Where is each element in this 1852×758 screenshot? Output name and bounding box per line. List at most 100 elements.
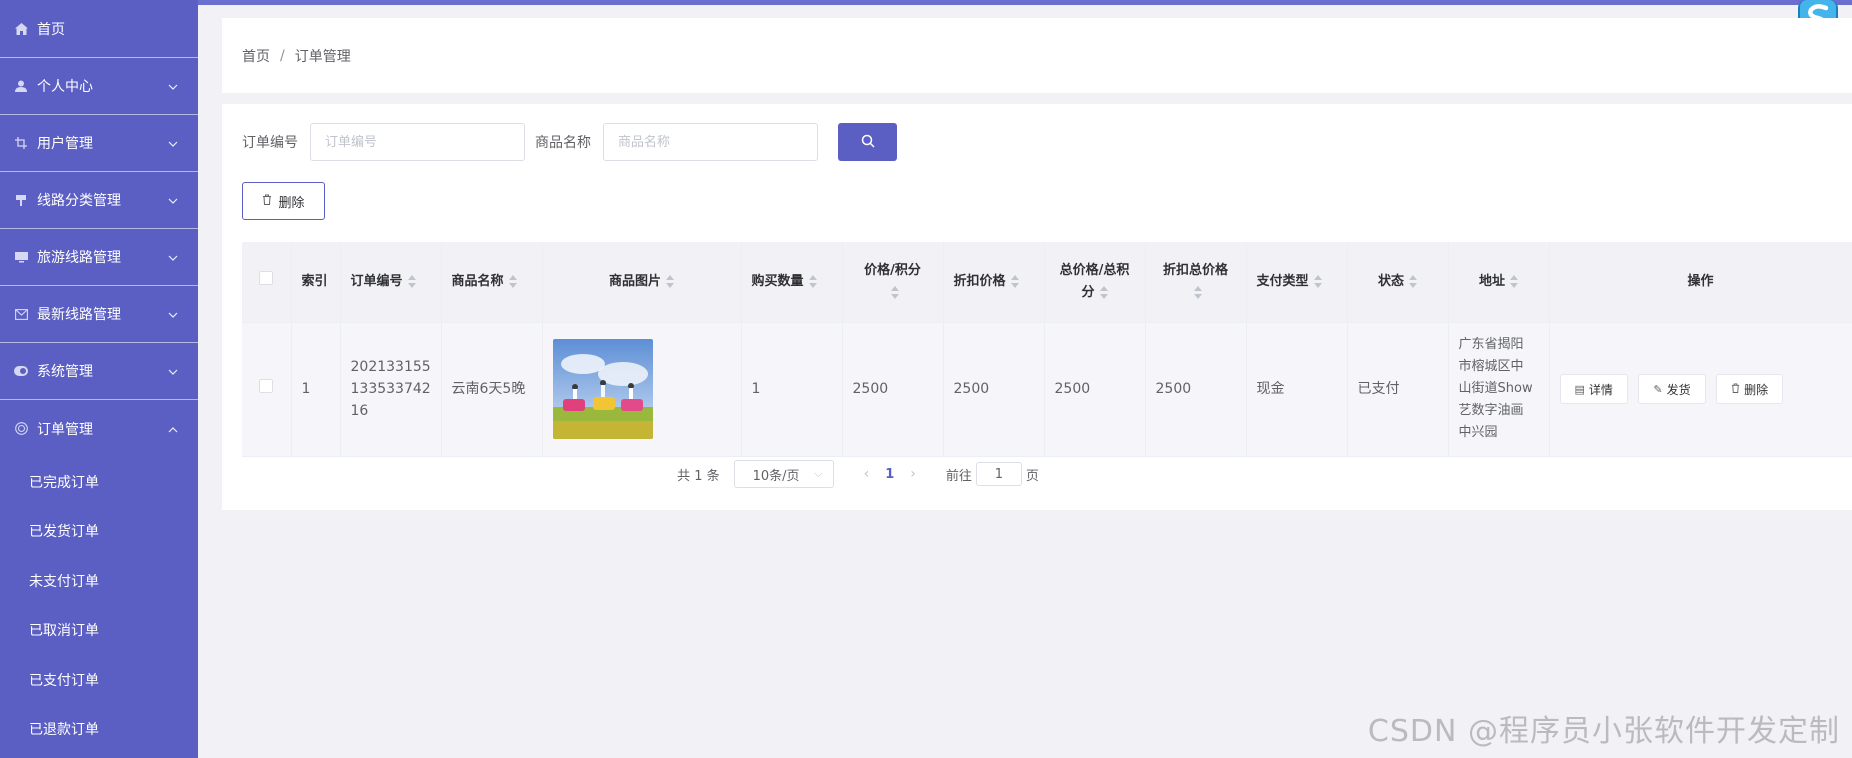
col-order-no[interactable]: 订单编号 [340,242,442,323]
sidebar-item-label: 用户管理 [37,136,93,152]
cell-total: 2500 [1044,322,1146,457]
row-checkbox[interactable] [259,379,274,393]
cell-price: 2500 [842,322,944,457]
cell-discount-total: 2500 [1145,322,1247,457]
sidebar-item-latest-routes[interactable]: 最新线路管理 [0,286,198,343]
breadcrumb-home[interactable]: 首页 [242,46,270,66]
sort-icon [1510,274,1518,288]
sidebar-item-system[interactable]: 系统管理 [0,343,198,400]
submenu-shipped-orders[interactable]: 已发货订单 [0,507,198,557]
pagination-total: 共 1 条 [677,468,720,484]
sidebar-item-label: 首页 [37,21,65,38]
sidebar-item-label: 线路分类管理 [37,193,121,209]
chevron-down-icon [168,192,178,208]
col-price[interactable]: 价格/积分 [842,242,944,323]
col-goods-image[interactable]: 商品图片 [542,242,742,323]
crop-icon [14,136,28,150]
table-row: 1 202133155 133533742 16 云南6天5晚 1 2500 2… [242,322,1852,457]
col-quantity[interactable]: 购买数量 [741,242,843,323]
cell-quantity: 1 [741,322,843,457]
detail-button[interactable]: ▤ 详情 [1559,374,1628,404]
trash-icon [262,194,272,208]
col-pay-type[interactable]: 支付类型 [1246,242,1348,323]
sort-icon [666,274,674,288]
goods-name-input[interactable] [603,123,818,161]
submenu-cancelled-orders[interactable]: 已取消订单 [0,606,198,656]
sidebar-item-label: 个人中心 [37,79,93,95]
goods-thumbnail[interactable] [552,339,653,439]
sidebar-item-label: 订单管理 [37,421,93,438]
submenu-paid-orders[interactable]: 已支付订单 [0,655,198,705]
ship-button[interactable]: ✎ 发货 [1638,374,1706,404]
sidebar-item-home[interactable]: 首页 [0,0,198,58]
sort-icon [1409,274,1417,288]
chevron-up-icon [168,421,178,437]
chevron-down-icon [168,363,178,379]
page-number-current[interactable]: 1 [885,467,894,482]
col-status[interactable]: 状态 [1347,242,1449,323]
mail-icon [14,307,28,321]
sort-icon [808,274,817,288]
chevron-down-icon [168,135,178,151]
breadcrumb: 首页 / 订单管理 [222,18,1852,93]
cell-order-no: 202133155 133533742 16 [340,322,442,457]
sort-icon [508,274,517,288]
col-actions: 操作 [1549,242,1852,323]
home-icon [14,22,28,36]
sort-icon [1313,274,1322,288]
search-icon [861,134,875,151]
sidebar-item-route-category[interactable]: 线路分类管理 [0,172,198,229]
cell-discount-price: 2500 [943,322,1045,457]
switch-icon [14,364,28,378]
user-icon [14,79,28,93]
top-accent-bar [0,0,1852,5]
goto-label: 前往 [945,468,972,484]
breadcrumb-separator: / [280,47,285,64]
sidebar-item-personal-center[interactable]: 个人中心 [0,58,198,115]
sort-icon [1194,285,1202,299]
row-select-cell [242,322,292,457]
order-no-input[interactable] [310,123,525,161]
col-total[interactable]: 总价格/总积分 [1044,242,1146,323]
circle-icon [14,422,28,436]
col-address[interactable]: 地址 [1448,242,1550,323]
sidebar-item-users[interactable]: 用户管理 [0,115,198,172]
batch-delete-label: 删除 [278,195,305,211]
breadcrumb-current: 订单管理 [294,48,351,65]
sidebar: 首页 个人中心 用户管理 线路分类管理 旅游线路管理 最新线路管理 系统管理 订… [0,0,198,758]
sort-icon [1010,274,1019,288]
sidebar-item-label: 系统管理 [37,364,93,380]
submenu-completed-orders[interactable]: 已完成订单 [0,457,198,507]
col-goods-name[interactable]: 商品名称 [441,242,543,323]
sidebar-item-label: 最新线路管理 [37,307,121,323]
search-button[interactable] [838,123,897,161]
goto-page-input[interactable] [975,462,1022,486]
col-discount-price[interactable]: 折扣价格 [943,242,1045,323]
prev-page-icon[interactable]: ‹ [864,466,870,482]
pin-icon [14,193,28,207]
col-index: 索引 [291,242,341,323]
select-all-checkbox[interactable] [259,270,274,285]
page-size-select[interactable]: 10条/页 ⌵ [733,460,834,488]
sort-icon [407,274,416,288]
cell-status: 已支付 [1347,322,1449,457]
goto-suffix: 页 [1025,468,1039,484]
batch-delete-button[interactable]: 删除 [242,182,325,220]
chevron-down-icon [168,249,178,265]
submenu-unpaid-orders[interactable]: 未支付订单 [0,556,198,606]
cell-address: 广东省揭阳 市榕城区中 山街道Show 艺数字油画 中兴园 [1448,322,1550,457]
orders-table: 索引 订单编号 商品名称 商品图片 购买数量 价格/积分 折扣价格 总价格/总积… [242,242,1852,457]
sidebar-item-orders[interactable]: 订单管理 [0,400,198,457]
col-discount-total[interactable]: 折扣总价格 [1145,242,1247,323]
cell-actions: ▤ 详情 ✎ 发货 删除 [1549,322,1852,457]
main-content: 订单编号 商品名称 删除 索引 订单编号 商品名称 商 [222,104,1852,510]
sidebar-item-travel-routes[interactable]: 旅游线路管理 [0,229,198,286]
order-no-label: 订单编号 [242,135,298,151]
row-delete-button[interactable]: 删除 [1716,374,1784,404]
next-page-icon[interactable]: › [910,466,916,482]
table-header-row: 索引 订单编号 商品名称 商品图片 购买数量 价格/积分 折扣价格 总价格/总积… [242,242,1852,323]
cell-goods-image [542,322,742,457]
submenu-refunded-orders[interactable]: 已退款订单 [0,705,198,755]
watermark: CSDN @程序员小张软件开发定制 [1367,714,1840,749]
chevron-down-icon [168,306,178,322]
